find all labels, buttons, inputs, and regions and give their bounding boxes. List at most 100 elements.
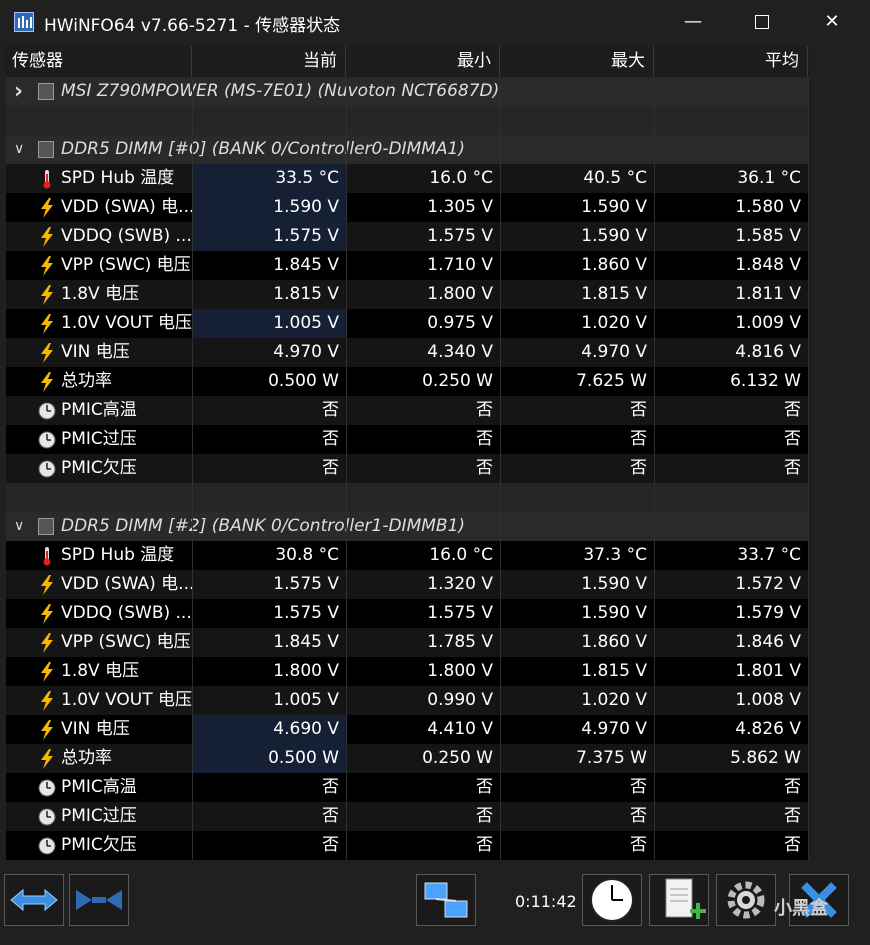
chevron-right-icon[interactable]: › xyxy=(14,77,28,106)
sensor-max-value: 37.3 °C xyxy=(583,545,647,565)
sensor-current-value: 0.500 W xyxy=(268,371,339,391)
column-header-max[interactable]: 最大 xyxy=(500,46,654,77)
sensor-row[interactable]: SPD Hub 温度 30.8 °C 16.0 °C 37.3 °C 33.7 °C xyxy=(6,541,809,570)
sensor-max-value: 4.970 V xyxy=(581,342,647,362)
sensor-name: PMIC高温 xyxy=(61,400,137,420)
collapse-all-button[interactable] xyxy=(69,874,129,926)
sensor-name: PMIC欠压 xyxy=(61,458,137,478)
sensor-min-value: 否 xyxy=(476,777,493,797)
sensor-average-value: 1.585 V xyxy=(735,226,801,246)
column-separator xyxy=(654,77,655,860)
settings-button[interactable] xyxy=(716,874,776,926)
sensor-group-row[interactable]: ∨ DDR5 DIMM [#2] (BANK 0/Controller1-DIMM… xyxy=(6,512,809,541)
sensor-name: VDD (SWA) 电... xyxy=(61,574,193,594)
column-header-sensor[interactable]: 传感器 xyxy=(6,46,192,77)
chevron-down-icon[interactable]: ∨ xyxy=(14,512,28,541)
sensor-min-value: 否 xyxy=(476,429,493,449)
watermark: 小黑盒 xyxy=(774,898,828,919)
collapse-arrows-icon xyxy=(76,890,122,910)
sensor-name: PMIC欠压 xyxy=(61,835,137,855)
sensor-row[interactable]: PMIC欠压 否 否 否 否 xyxy=(6,831,809,860)
clock-icon xyxy=(38,460,56,478)
sensor-current-value: 0.500 W xyxy=(192,744,346,773)
sensor-average-value: 1.579 V xyxy=(735,603,801,623)
sensor-row[interactable]: VDDQ (SWB) ... 1.575 V 1.575 V 1.590 V 1.579… xyxy=(6,599,809,628)
sensor-row[interactable]: VDDQ (SWB) ... 1.575 V 1.575 V 1.590 V 1.585… xyxy=(6,222,809,251)
sensor-max-value: 1.590 V xyxy=(581,226,647,246)
sensor-name: VIN 电压 xyxy=(61,342,130,362)
sensor-row[interactable]: VIN 电压 4.970 V 4.340 V 4.970 V 4.816 V xyxy=(6,338,809,367)
sensor-min-value: 否 xyxy=(476,458,493,478)
lightning-icon xyxy=(41,314,53,334)
sensor-row[interactable]: PMIC过压 否 否 否 否 xyxy=(6,425,809,454)
network-button[interactable] xyxy=(416,874,476,926)
sensor-current-value: 否 xyxy=(322,429,339,449)
sensor-name: PMIC过压 xyxy=(61,806,137,826)
sensor-current-value: 1.590 V xyxy=(192,193,346,222)
clock-button[interactable] xyxy=(582,874,642,926)
spacer-row xyxy=(6,106,809,135)
sensor-group-row[interactable]: › MSI Z790MPOWER (MS-7E01) (Nuvoton NCT66… xyxy=(6,77,809,106)
sensor-max-value: 40.5 °C xyxy=(583,168,647,188)
sensor-name: 1.8V 电压 xyxy=(61,661,140,681)
lightning-icon xyxy=(41,285,53,305)
column-header-min[interactable]: 最小 xyxy=(346,46,500,77)
sensor-max-value: 7.625 W xyxy=(576,371,647,391)
sensor-max-value: 1.815 V xyxy=(581,661,647,681)
sensor-current-value: 1.575 V xyxy=(273,603,339,623)
sensor-current-value: 1.815 V xyxy=(273,284,339,304)
sensor-group-title: MSI Z790MPOWER (MS-7E01) (Nuvoton NCT668… xyxy=(61,81,500,101)
lightning-icon xyxy=(41,343,53,363)
sensor-min-value: 0.990 V xyxy=(427,690,493,710)
chevron-down-icon[interactable]: ∨ xyxy=(14,135,28,164)
sensor-max-value: 7.375 W xyxy=(576,748,647,768)
sensor-group-row[interactable]: ∨ DDR5 DIMM [#0] (BANK 0/Controller0-DIMM… xyxy=(6,135,809,164)
sensor-row[interactable]: 1.8V 电压 1.800 V 1.800 V 1.815 V 1.801 V xyxy=(6,657,809,686)
add-report-icon xyxy=(665,878,706,919)
sensor-current-value: 30.8 °C xyxy=(275,545,339,565)
sensor-row[interactable]: VIN 电压 4.690 V 4.410 V 4.970 V 4.826 V xyxy=(6,715,809,744)
hwinfo-app-icon xyxy=(14,12,34,32)
sensor-row[interactable]: 1.0V VOUT 电压 1.005 V 0.975 V 1.020 V 1.009 V xyxy=(6,309,809,338)
sensor-row[interactable]: 总功率 0.500 W 0.250 W 7.375 W 5.862 W xyxy=(6,744,809,773)
chip-icon xyxy=(38,518,54,535)
sensor-min-value: 16.0 °C xyxy=(429,168,493,188)
maximize-button[interactable] xyxy=(739,8,785,36)
close-button[interactable]: ✕ xyxy=(809,8,855,36)
sensor-max-value: 否 xyxy=(630,458,647,478)
sensor-row[interactable]: PMIC过压 否 否 否 否 xyxy=(6,802,809,831)
sensor-row[interactable]: VPP (SWC) 电压 1.845 V 1.710 V 1.860 V 1.848 V xyxy=(6,251,809,280)
close-icon: ✕ xyxy=(824,11,840,32)
sensor-row[interactable]: PMIC高温 否 否 否 否 xyxy=(6,773,809,802)
thermometer-icon xyxy=(43,170,51,189)
sensor-name: 1.0V VOUT 电压 xyxy=(61,690,193,710)
expand-all-button[interactable] xyxy=(4,874,64,926)
column-header-average[interactable]: 平均 xyxy=(654,46,808,77)
sensor-name: VDDQ (SWB) ... xyxy=(61,603,192,623)
sensor-average-value: 否 xyxy=(784,835,801,855)
sensor-row[interactable]: 1.0V VOUT 电压 1.005 V 0.990 V 1.020 V 1.008 V xyxy=(6,686,809,715)
clock-icon xyxy=(38,779,56,797)
sensor-min-value: 1.575 V xyxy=(427,603,493,623)
sensor-average-value: 否 xyxy=(784,400,801,420)
sensor-row[interactable]: PMIC高温 否 否 否 否 xyxy=(6,396,809,425)
sensor-min-value: 否 xyxy=(476,835,493,855)
sensor-min-value: 否 xyxy=(476,400,493,420)
sensor-min-value: 0.250 W xyxy=(422,371,493,391)
sensor-min-value: 1.305 V xyxy=(427,197,493,217)
sensor-row[interactable]: 1.8V 电压 1.815 V 1.800 V 1.815 V 1.811 V xyxy=(6,280,809,309)
sensor-row[interactable]: 总功率 0.500 W 0.250 W 7.625 W 6.132 W xyxy=(6,367,809,396)
sensor-row[interactable]: SPD Hub 温度 33.5 °C 16.0 °C 40.5 °C 36.1 °C xyxy=(6,164,809,193)
add-report-button[interactable] xyxy=(649,874,709,926)
sensor-row[interactable]: PMIC欠压 否 否 否 否 xyxy=(6,454,809,483)
sensor-average-value: 36.1 °C xyxy=(737,168,801,188)
column-header-current[interactable]: 当前 xyxy=(192,46,346,77)
sensor-average-value: 否 xyxy=(784,806,801,826)
sensor-max-value: 4.970 V xyxy=(581,719,647,739)
minimize-icon: — xyxy=(684,11,702,32)
scrollbar[interactable] xyxy=(809,46,870,862)
sensor-row[interactable]: VDD (SWA) 电... 1.575 V 1.320 V 1.590 V 1.572… xyxy=(6,570,809,599)
sensor-row[interactable]: VDD (SWA) 电... 1.590 V 1.305 V 1.590 V 1.580… xyxy=(6,193,809,222)
minimize-button[interactable]: — xyxy=(670,8,716,36)
sensor-row[interactable]: VPP (SWC) 电压 1.845 V 1.785 V 1.860 V 1.846 V xyxy=(6,628,809,657)
